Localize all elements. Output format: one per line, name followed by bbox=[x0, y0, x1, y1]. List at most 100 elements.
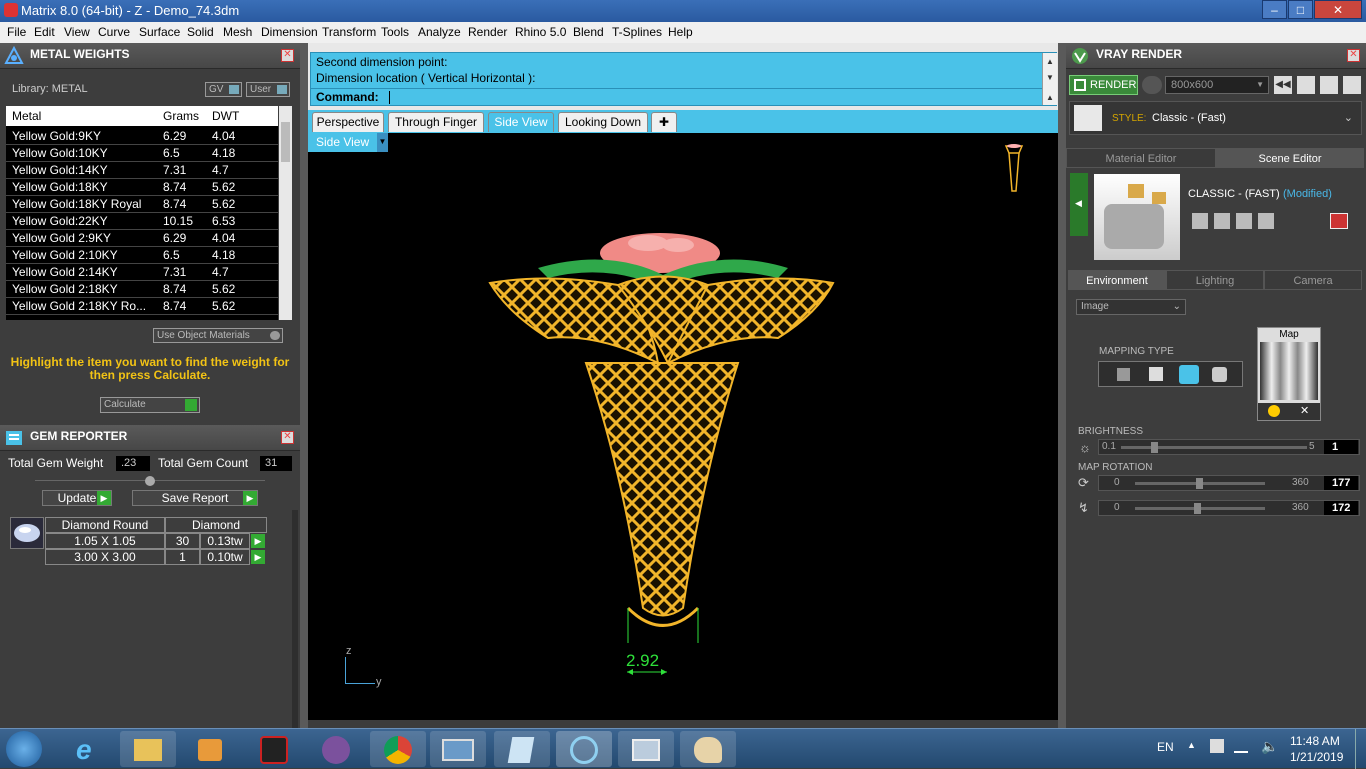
use-object-materials-toggle[interactable]: Use Object Materials bbox=[153, 328, 283, 343]
menu-surface[interactable]: Surface bbox=[139, 25, 180, 39]
tab-perspective[interactable]: Perspective bbox=[312, 112, 384, 132]
header-metal[interactable]: Metal bbox=[12, 109, 41, 123]
media-player-icon[interactable] bbox=[182, 731, 238, 767]
dome-map-icon[interactable] bbox=[1212, 367, 1227, 382]
menu-analyze[interactable]: Analyze bbox=[418, 25, 461, 39]
save-icon[interactable] bbox=[1192, 213, 1208, 229]
menu-render[interactable]: Render bbox=[468, 25, 507, 39]
view-cube-icon[interactable] bbox=[1003, 143, 1025, 197]
globe-icon[interactable] bbox=[1142, 76, 1162, 94]
spherical-map-icon[interactable] bbox=[1179, 365, 1199, 384]
import-icon[interactable] bbox=[1236, 213, 1252, 229]
scroll-expand-icon[interactable]: ▲ bbox=[1046, 93, 1054, 102]
style-selector[interactable]: STYLE: Classic - (Fast) ⌄ bbox=[1069, 101, 1362, 135]
start-button[interactable] bbox=[6, 731, 42, 767]
gv-toggle[interactable]: GV bbox=[205, 82, 242, 97]
tab-lighting[interactable]: Lighting bbox=[1166, 270, 1264, 290]
tab-camera[interactable]: Camera bbox=[1264, 270, 1362, 290]
menu-tools[interactable]: Tools bbox=[381, 25, 409, 39]
add-tab-icon[interactable]: ✚ bbox=[651, 112, 677, 132]
language-indicator[interactable]: EN bbox=[1157, 740, 1174, 754]
table-row[interactable]: Yellow Gold:9KY 6.29 4.04 bbox=[6, 128, 278, 145]
menu-rhino[interactable]: Rhino 5.0 bbox=[515, 25, 566, 39]
maximize-button[interactable]: □ bbox=[1288, 0, 1313, 19]
close-icon[interactable]: ✕ bbox=[1347, 49, 1360, 62]
clock-date[interactable]: 1/21/2019 bbox=[1290, 750, 1343, 764]
table-row[interactable]: Yellow Gold:22KY 10.15 6.53 bbox=[6, 213, 278, 230]
tab-scene-editor[interactable]: Scene Editor bbox=[1216, 148, 1364, 168]
close-icon[interactable]: ✕ bbox=[281, 49, 294, 62]
rotation-vertical-value[interactable]: 172 bbox=[1324, 501, 1358, 515]
rotation-vertical-slider[interactable]: 0 360 172 bbox=[1098, 500, 1360, 516]
menu-mesh[interactable]: Mesh bbox=[223, 25, 252, 39]
viewport-side-view[interactable]: Side View ▼ 2.92 z y bbox=[308, 133, 1058, 720]
chevron-up-icon[interactable]: ▲ bbox=[1187, 740, 1196, 750]
tab-looking-down[interactable]: Looking Down bbox=[558, 112, 648, 132]
minimize-button[interactable]: – bbox=[1262, 0, 1287, 19]
clock-time[interactable]: 11:48 AM bbox=[1290, 734, 1340, 748]
game-app-icon[interactable] bbox=[246, 731, 302, 767]
splitter-handle[interactable] bbox=[145, 476, 155, 486]
play-icon[interactable]: ▶ bbox=[251, 550, 265, 564]
resolution-select[interactable]: 800x600 ▼ bbox=[1165, 76, 1269, 94]
command-scrollbar[interactable]: ▲ ▼ ▲ bbox=[1042, 53, 1057, 105]
network-warning-icon[interactable] bbox=[1210, 739, 1224, 753]
scroll-down-icon[interactable]: ▼ bbox=[1046, 73, 1054, 82]
menu-edit[interactable]: Edit bbox=[34, 25, 55, 39]
export-icon[interactable] bbox=[1258, 213, 1274, 229]
close-button[interactable]: ✕ bbox=[1314, 0, 1362, 19]
explorer-icon[interactable] bbox=[120, 731, 176, 767]
volume-icon[interactable]: 🔈 bbox=[1261, 738, 1278, 755]
map-preview[interactable]: Map ✕ bbox=[1257, 327, 1321, 421]
environment-type-select[interactable]: Image ⌄ bbox=[1076, 299, 1186, 315]
slider-knob[interactable] bbox=[1151, 442, 1158, 453]
save-report-button[interactable]: Save Report ▶ bbox=[132, 490, 258, 506]
menu-tsplines[interactable]: T-Splines bbox=[612, 25, 662, 39]
table-row[interactable]: Yellow Gold 2:14KY 7.31 4.7 bbox=[6, 264, 278, 281]
header-grams[interactable]: Grams bbox=[163, 109, 199, 123]
gem-thumbnail[interactable] bbox=[10, 517, 44, 549]
brightness-value[interactable]: 1 bbox=[1324, 440, 1358, 454]
play-icon[interactable]: ▶ bbox=[251, 534, 265, 548]
menu-file[interactable]: File bbox=[7, 25, 26, 39]
rewind-icon[interactable]: ◀◀ bbox=[1274, 76, 1292, 94]
signal-icon[interactable] bbox=[1234, 741, 1248, 753]
menu-help[interactable]: Help bbox=[668, 25, 693, 39]
user-toggle[interactable]: User bbox=[246, 82, 290, 97]
tab-material-editor[interactable]: Material Editor bbox=[1066, 148, 1216, 168]
tab-through-finger[interactable]: Through Finger bbox=[388, 112, 484, 132]
update-button[interactable]: Update ▶ bbox=[42, 490, 112, 506]
menu-solid[interactable]: Solid bbox=[187, 25, 214, 39]
table-row[interactable]: Yellow Gold 2:18KY 8.74 5.62 bbox=[6, 281, 278, 298]
close-icon[interactable]: ✕ bbox=[281, 431, 294, 444]
reset-icon[interactable] bbox=[1330, 213, 1348, 229]
metal-table-scrollbar[interactable] bbox=[279, 106, 292, 320]
table-row[interactable]: Yellow Gold:18KY 8.74 5.62 bbox=[6, 179, 278, 196]
collapse-handle[interactable]: ◀ bbox=[1070, 173, 1088, 236]
planar-map-icon[interactable] bbox=[1117, 368, 1130, 381]
color-picker-icon[interactable] bbox=[1268, 405, 1280, 417]
header-dwt[interactable]: DWT bbox=[212, 109, 239, 123]
ring-model[interactable] bbox=[488, 223, 838, 643]
photo-viewer-icon[interactable] bbox=[430, 731, 486, 767]
render-button[interactable]: RENDER bbox=[1069, 75, 1138, 95]
gem-scrollbar[interactable] bbox=[292, 510, 298, 728]
right-splitter[interactable] bbox=[1058, 43, 1066, 728]
table-row[interactable]: Yellow Gold:18KY Royal 8.74 5.62 bbox=[6, 196, 278, 213]
brightness-slider[interactable]: 0.1 5 1 bbox=[1098, 439, 1360, 455]
menu-transform[interactable]: Transform bbox=[322, 25, 376, 39]
scrollbar-thumb[interactable] bbox=[281, 122, 290, 162]
chrome-icon[interactable] bbox=[370, 731, 426, 767]
slider-knob[interactable] bbox=[1196, 478, 1203, 489]
save-as-icon[interactable] bbox=[1214, 213, 1230, 229]
chevron-down-icon[interactable]: ▼ bbox=[377, 133, 388, 152]
show-desktop-button[interactable] bbox=[1355, 729, 1366, 769]
paint-icon[interactable] bbox=[680, 731, 736, 767]
matrix-app-icon[interactable] bbox=[556, 731, 612, 767]
table-row[interactable]: Yellow Gold 2:9KY 6.29 4.04 bbox=[6, 230, 278, 247]
remove-map-icon[interactable]: ✕ bbox=[1300, 404, 1309, 417]
rotation-horizontal-slider[interactable]: 0 360 177 bbox=[1098, 475, 1360, 491]
menu-blend[interactable]: Blend bbox=[573, 25, 604, 39]
table-row[interactable]: Yellow Gold:14KY 7.31 4.7 bbox=[6, 162, 278, 179]
box-map-icon[interactable] bbox=[1149, 367, 1163, 381]
